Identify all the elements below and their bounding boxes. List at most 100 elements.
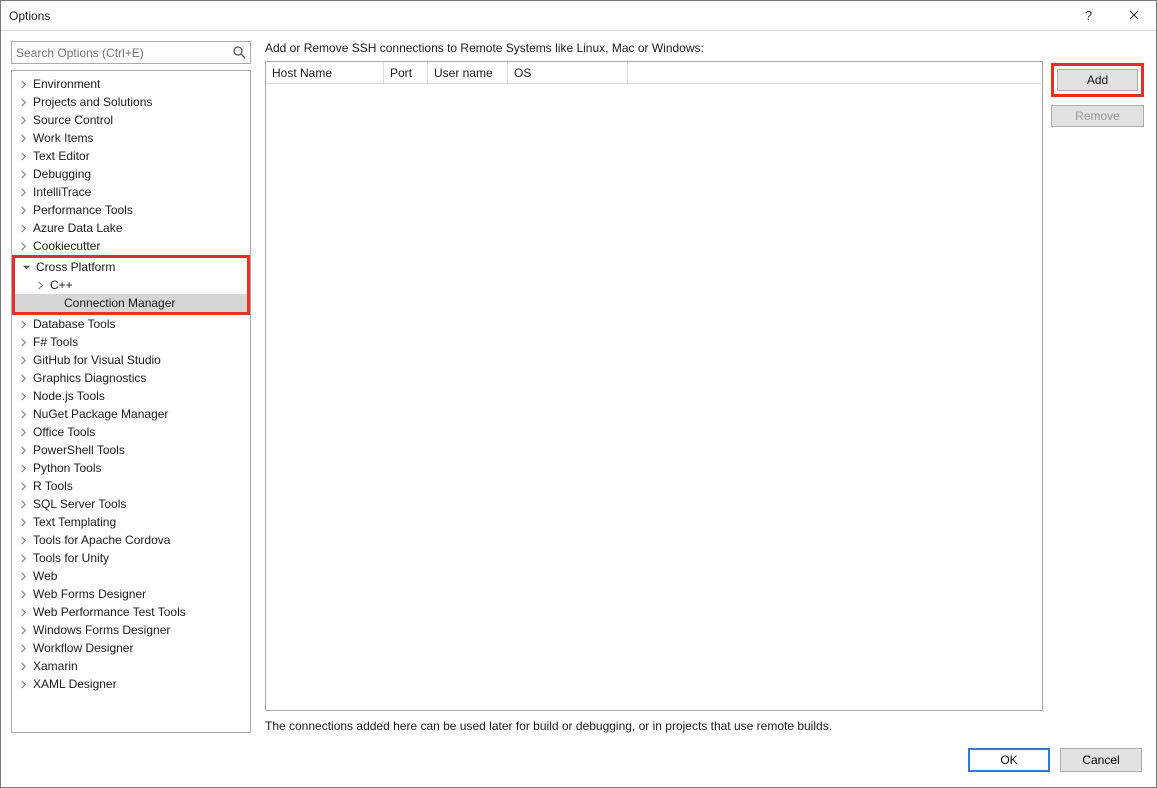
tree-label: Performance Tools [33, 203, 133, 217]
tree-item-f-tools[interactable]: F# Tools [12, 333, 250, 351]
search-box[interactable] [11, 41, 251, 64]
connections-grid[interactable]: Host Name Port User name OS [265, 61, 1043, 711]
chevron-right-icon [18, 499, 29, 510]
tree-item-node-js-tools[interactable]: Node.js Tools [12, 387, 250, 405]
tree-label: Python Tools [33, 461, 102, 475]
tree-item-cookiecutter[interactable]: Cookiecutter [12, 237, 250, 255]
tree-item-windows-forms-designer[interactable]: Windows Forms Designer [12, 621, 250, 639]
cancel-button[interactable]: Cancel [1060, 748, 1142, 772]
tree-item-workflow-designer[interactable]: Workflow Designer [12, 639, 250, 657]
column-header-host[interactable]: Host Name [266, 62, 384, 83]
tree-item-projects-and-solutions[interactable]: Projects and Solutions [12, 93, 250, 111]
chevron-right-icon [18, 79, 29, 90]
tree-label: SQL Server Tools [33, 497, 126, 511]
tree-item-text-templating[interactable]: Text Templating [12, 513, 250, 531]
tree-label: Environment [33, 77, 100, 91]
tree-label: Text Editor [33, 149, 90, 163]
chevron-right-icon [18, 625, 29, 636]
chevron-right-icon [18, 151, 29, 162]
chevron-right-icon [18, 571, 29, 582]
tree-item-web-forms-designer[interactable]: Web Forms Designer [12, 585, 250, 603]
tree-label: NuGet Package Manager [33, 407, 168, 421]
tree-label: Windows Forms Designer [33, 623, 170, 637]
tree-label: Database Tools [33, 317, 116, 331]
tree-label: Cross Platform [36, 260, 115, 274]
tree-item-web[interactable]: Web [12, 567, 250, 585]
tree-label: Tools for Unity [33, 551, 109, 565]
tree-item-database-tools[interactable]: Database Tools [12, 315, 250, 333]
remove-button[interactable]: Remove [1051, 105, 1144, 127]
add-button[interactable]: Add [1057, 69, 1138, 91]
window-title: Options [9, 9, 50, 23]
tree-label: Web Forms Designer [33, 587, 146, 601]
tree-label: Cookiecutter [33, 239, 100, 253]
tree-item-environment[interactable]: Environment [12, 75, 250, 93]
panel-description: Add or Remove SSH connections to Remote … [265, 41, 1144, 55]
chevron-right-icon [18, 115, 29, 126]
tree-label: XAML Designer [33, 677, 117, 691]
tree-item-xamarin[interactable]: Xamarin [12, 657, 250, 675]
tree-item-sql-server-tools[interactable]: SQL Server Tools [12, 495, 250, 513]
tree-item-performance-tools[interactable]: Performance Tools [12, 201, 250, 219]
tree-item-tools-for-apache-cordova[interactable]: Tools for Apache Cordova [12, 531, 250, 549]
chevron-right-icon [18, 481, 29, 492]
tree-item-nuget-package-manager[interactable]: NuGet Package Manager [12, 405, 250, 423]
tree-item-work-items[interactable]: Work Items [12, 129, 250, 147]
chevron-right-icon [18, 169, 29, 180]
close-button[interactable] [1111, 1, 1156, 31]
chevron-right-icon [18, 589, 29, 600]
options-tree[interactable]: Environment Projects and Solutions Source … [11, 70, 251, 733]
chevron-right-icon [18, 337, 29, 348]
tree-item-tools-for-unity[interactable]: Tools for Unity [12, 549, 250, 567]
column-header-spacer [628, 62, 1042, 83]
title-bar: Options ? [1, 1, 1156, 31]
highlighted-tree-section: Cross Platform C++ Connection Manager [12, 255, 250, 315]
help-icon: ? [1085, 8, 1092, 23]
tree-item-debugging[interactable]: Debugging [12, 165, 250, 183]
tree-item-source-control[interactable]: Source Control [12, 111, 250, 129]
column-header-port[interactable]: Port [384, 62, 428, 83]
chevron-right-icon [18, 643, 29, 654]
tree-item-azure-data-lake[interactable]: Azure Data Lake [12, 219, 250, 237]
ok-button[interactable]: OK [968, 748, 1050, 772]
column-header-os[interactable]: OS [508, 62, 628, 83]
chevron-right-icon [18, 223, 29, 234]
grid-header-row: Host Name Port User name OS [266, 62, 1042, 84]
chevron-right-icon [18, 553, 29, 564]
close-icon [1129, 8, 1139, 23]
tree-item-intellitrace[interactable]: IntelliTrace [12, 183, 250, 201]
tree-item-r-tools[interactable]: R Tools [12, 477, 250, 495]
tree-item-cpp[interactable]: C++ [15, 276, 247, 294]
tree-item-text-editor[interactable]: Text Editor [12, 147, 250, 165]
chevron-right-icon [18, 661, 29, 672]
tree-item-web-performance-test-tools[interactable]: Web Performance Test Tools [12, 603, 250, 621]
tree-item-office-tools[interactable]: Office Tools [12, 423, 250, 441]
tree-label: IntelliTrace [33, 185, 91, 199]
column-header-user[interactable]: User name [428, 62, 508, 83]
tree-label: Work Items [33, 131, 93, 145]
tree-label: Projects and Solutions [33, 95, 152, 109]
tree-item-python-tools[interactable]: Python Tools [12, 459, 250, 477]
tree-item-powershell-tools[interactable]: PowerShell Tools [12, 441, 250, 459]
tree-label: Web Performance Test Tools [33, 605, 186, 619]
help-button[interactable]: ? [1066, 1, 1111, 31]
tree-label: PowerShell Tools [33, 443, 125, 457]
tree-label: Xamarin [33, 659, 78, 673]
chevron-right-icon [18, 133, 29, 144]
chevron-down-icon [21, 262, 32, 273]
tree-item-graphics-diagnostics[interactable]: Graphics Diagnostics [12, 369, 250, 387]
chevron-right-icon [18, 319, 29, 330]
chevron-right-icon [18, 427, 29, 438]
tree-item-connection-manager[interactable]: Connection Manager [15, 294, 247, 312]
chevron-right-icon [18, 205, 29, 216]
tree-item-xaml-designer[interactable]: XAML Designer [12, 675, 250, 693]
tree-label: Text Templating [33, 515, 116, 529]
tree-label: Azure Data Lake [33, 221, 122, 235]
tree-item-cross-platform[interactable]: Cross Platform [15, 258, 247, 276]
search-icon [232, 45, 246, 59]
chevron-right-icon [18, 391, 29, 402]
tree-item-github-for-visual-studio[interactable]: GitHub for Visual Studio [12, 351, 250, 369]
search-input[interactable] [12, 42, 250, 63]
chevron-right-icon [18, 517, 29, 528]
chevron-right-icon [35, 280, 46, 291]
